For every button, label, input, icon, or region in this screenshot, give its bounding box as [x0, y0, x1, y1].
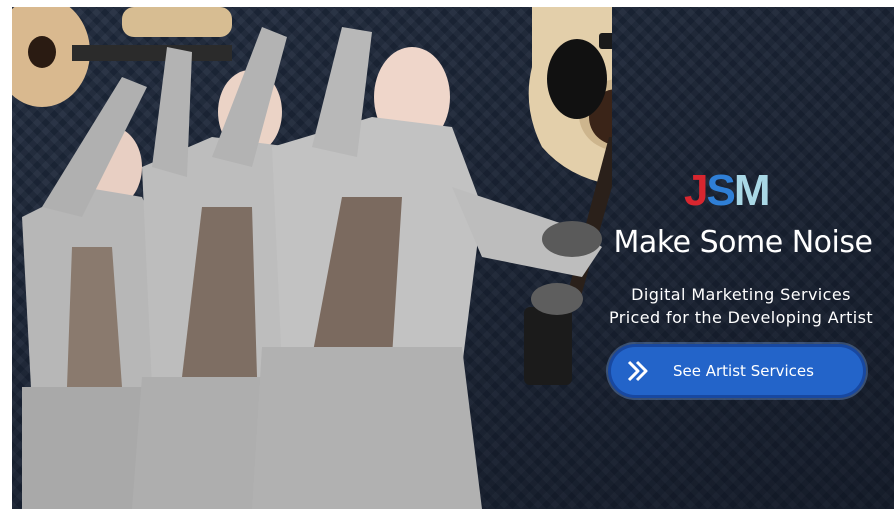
double-chevron-right-icon	[619, 352, 657, 390]
hero-subline-1: Digital Marketing Services	[631, 285, 851, 304]
artist-photo	[12, 7, 612, 509]
hero-banner: JSM Make Some Noise Digital Marketing Se…	[12, 7, 894, 509]
see-artist-services-button[interactable]: See Artist Services	[611, 347, 863, 395]
jsm-logo[interactable]: JSM	[684, 166, 771, 215]
guitar-right-image	[524, 7, 612, 385]
logo-letter-j: J	[684, 166, 709, 215]
cta-label: See Artist Services	[673, 362, 814, 380]
hero-subline-2: Priced for the Developing Artist	[608, 308, 874, 327]
logo-letter-m: M	[733, 166, 771, 215]
hero-headline: Make Some Noise	[613, 225, 873, 260]
logo-letter-s: S	[706, 166, 735, 215]
